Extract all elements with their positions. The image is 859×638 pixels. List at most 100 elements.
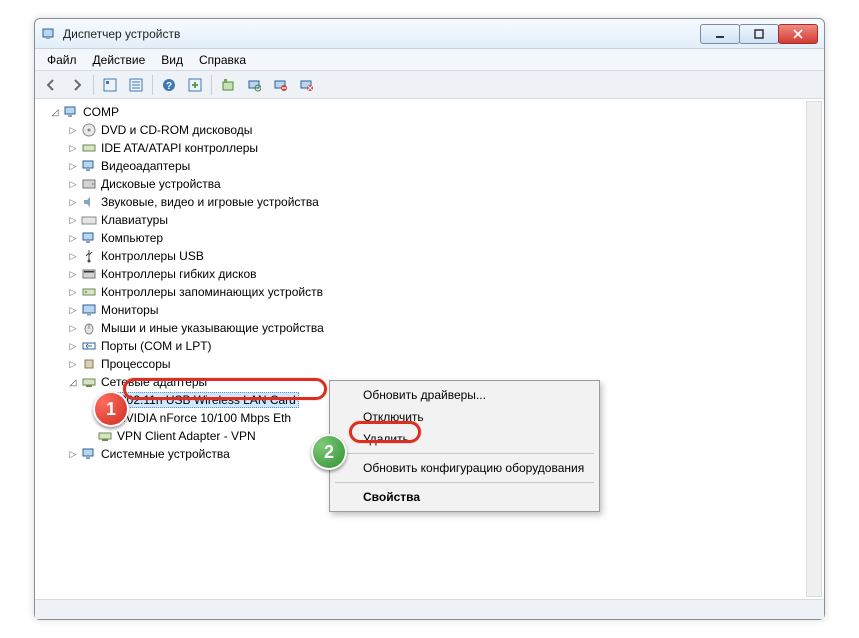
context-delete[interactable]: Удалить: [333, 428, 596, 450]
app-icon: [41, 26, 57, 42]
context-update-drivers[interactable]: Обновить драйверы...: [333, 384, 596, 406]
computer-icon: [63, 104, 79, 120]
tree-category[interactable]: Контроллеры запоминающих устройств: [63, 283, 824, 301]
category-label: IDE ATA/ATAPI контроллеры: [101, 141, 258, 155]
expander-icon[interactable]: [67, 196, 79, 208]
expander-icon[interactable]: [67, 304, 79, 316]
maximize-button[interactable]: [739, 24, 779, 44]
menu-file[interactable]: Файл: [39, 51, 85, 69]
expander-icon[interactable]: [67, 448, 79, 460]
expander-icon[interactable]: [67, 250, 79, 262]
device-label: VPN Client Adapter - VPN: [117, 429, 256, 443]
category-icon: [81, 212, 97, 228]
category-icon: [81, 338, 97, 354]
show-hide-tree-button[interactable]: [98, 74, 122, 96]
expander-icon[interactable]: [67, 214, 79, 226]
context-menu: Обновить драйверы... Отключить Удалить О…: [329, 380, 600, 512]
category-label: Мыши и иные указывающие устройства: [101, 321, 324, 335]
minimize-icon: [715, 29, 725, 39]
category-icon: [81, 320, 97, 336]
tree-category[interactable]: Порты (COM и LPT): [63, 337, 824, 355]
category-label: Клавиатуры: [101, 213, 168, 227]
context-scan-hardware[interactable]: Обновить конфигурацию оборудования: [333, 457, 596, 479]
tree-category[interactable]: IDE ATA/ATAPI контроллеры: [63, 139, 824, 157]
help-button[interactable]: ?: [157, 74, 181, 96]
maximize-icon: [754, 29, 764, 39]
category-label: Контроллеры USB: [101, 249, 204, 263]
category-icon: [81, 356, 97, 372]
arrow-left-icon: [44, 78, 58, 92]
category-icon: [81, 302, 97, 318]
category-label: Контроллеры запоминающих устройств: [101, 285, 323, 299]
back-button[interactable]: [39, 74, 63, 96]
window-controls: [701, 24, 818, 44]
expander-icon[interactable]: [67, 286, 79, 298]
tree-category[interactable]: Мониторы: [63, 301, 824, 319]
context-separator: [335, 453, 594, 454]
category-icon: [81, 374, 97, 390]
menu-action[interactable]: Действие: [85, 51, 154, 69]
uninstall-icon: [273, 78, 287, 92]
tree-category[interactable]: Дисковые устройства: [63, 175, 824, 193]
category-icon: [81, 158, 97, 174]
update-driver-icon: [221, 78, 235, 92]
menu-view[interactable]: Вид: [153, 51, 191, 69]
category-label: Контроллеры гибких дисков: [101, 267, 257, 281]
category-label: Порты (COM и LPT): [101, 339, 212, 353]
expander-icon[interactable]: [49, 106, 61, 118]
expander-icon[interactable]: [67, 322, 79, 334]
close-button[interactable]: [778, 24, 818, 44]
properties-icon: [129, 78, 143, 92]
tree-category[interactable]: Видеоадаптеры: [63, 157, 824, 175]
toolbar: ?: [35, 71, 824, 99]
category-icon: [81, 122, 97, 138]
action-button[interactable]: [183, 74, 207, 96]
properties-button[interactable]: [124, 74, 148, 96]
tree-root[interactable]: COMP: [45, 103, 824, 121]
forward-button[interactable]: [65, 74, 89, 96]
expander-icon[interactable]: [67, 268, 79, 280]
category-icon: [81, 446, 97, 462]
category-label: Процессоры: [101, 357, 171, 371]
scan-hardware-button[interactable]: [242, 74, 266, 96]
uninstall-button[interactable]: [268, 74, 292, 96]
expander-icon[interactable]: [67, 340, 79, 352]
expander-icon[interactable]: [67, 124, 79, 136]
disable-button[interactable]: [294, 74, 318, 96]
category-icon: [81, 176, 97, 192]
category-label: Системные устройства: [101, 447, 230, 461]
context-disable[interactable]: Отключить: [333, 406, 596, 428]
device-tree-panel: COMP DVD и CD-ROM дисководы IDE ATA/ATAPI…: [35, 99, 824, 599]
tree-category[interactable]: Мыши и иные указывающие устройства: [63, 319, 824, 337]
tree-category[interactable]: DVD и CD-ROM дисководы: [63, 121, 824, 139]
tree-icon: [103, 78, 117, 92]
device-label: 802.11n USB Wireless LAN Card: [117, 392, 299, 408]
category-label: Дисковые устройства: [101, 177, 221, 191]
tree-category[interactable]: Контроллеры USB: [63, 247, 824, 265]
tree-category[interactable]: Клавиатуры: [63, 211, 824, 229]
tree-category[interactable]: Контроллеры гибких дисков: [63, 265, 824, 283]
tree-category[interactable]: Процессоры: [63, 355, 824, 373]
svg-text:?: ?: [166, 81, 172, 92]
category-label: Мониторы: [101, 303, 158, 317]
menu-help[interactable]: Справка: [191, 51, 254, 69]
expander-icon[interactable]: [67, 178, 79, 190]
menubar: Файл Действие Вид Справка: [35, 49, 824, 71]
window-title: Диспетчер устройств: [63, 27, 701, 41]
tree-category[interactable]: Компьютер: [63, 229, 824, 247]
toolbar-separator: [93, 75, 94, 95]
tree-root-label: COMP: [83, 105, 119, 119]
expander-icon[interactable]: [67, 376, 79, 388]
category-label: Сетевые адаптеры: [101, 375, 207, 389]
minimize-button[interactable]: [700, 24, 740, 44]
context-properties[interactable]: Свойства: [333, 486, 596, 508]
category-icon: [81, 248, 97, 264]
statusbar: [35, 599, 824, 619]
update-driver-button[interactable]: [216, 74, 240, 96]
tree-category[interactable]: Звуковые, видео и игровые устройства: [63, 193, 824, 211]
expander-icon[interactable]: [67, 142, 79, 154]
toolbar-separator: [211, 75, 212, 95]
expander-icon[interactable]: [67, 232, 79, 244]
expander-icon[interactable]: [67, 358, 79, 370]
expander-icon[interactable]: [67, 160, 79, 172]
